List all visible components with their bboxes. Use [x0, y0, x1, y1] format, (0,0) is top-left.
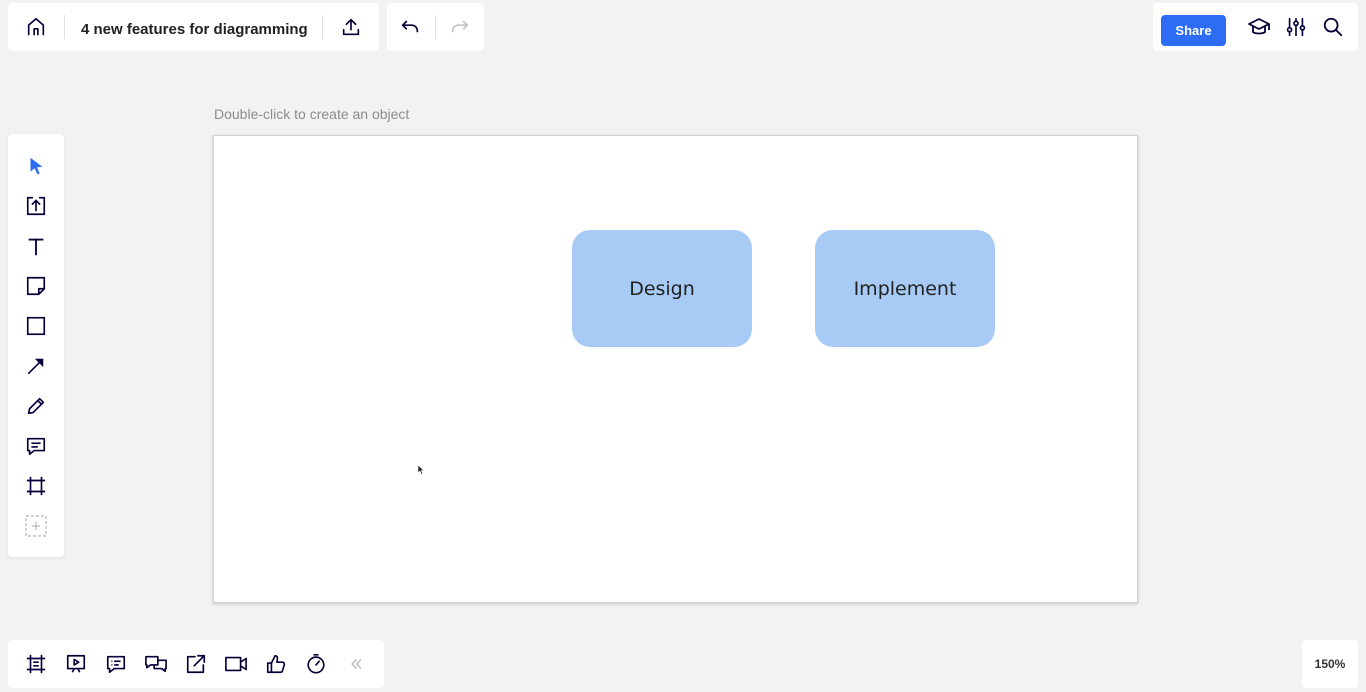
- mouse-pointer-icon: [418, 465, 425, 475]
- share-button[interactable]: Share: [1161, 15, 1226, 46]
- pen-icon: [27, 397, 45, 415]
- undo-icon: [401, 20, 419, 33]
- text-icon: [28, 238, 44, 256]
- presentation-button[interactable]: [60, 648, 92, 680]
- board-settings-button[interactable]: [1280, 11, 1312, 43]
- divider: [64, 15, 65, 39]
- undo-redo-panel: [387, 3, 484, 51]
- learning-center-button[interactable]: [1243, 11, 1275, 43]
- board-title[interactable]: 4 new features for diagramming: [81, 20, 308, 40]
- video-call-button[interactable]: [220, 648, 252, 680]
- cursor-arrow-icon: [30, 157, 43, 175]
- tool-more[interactable]: [20, 510, 52, 542]
- graduation-cap-icon: [1248, 18, 1270, 35]
- square-icon: [26, 316, 46, 336]
- tool-frame[interactable]: [20, 470, 52, 502]
- tool-shape[interactable]: [20, 310, 52, 342]
- search-button[interactable]: [1317, 11, 1349, 43]
- tool-select[interactable]: [20, 150, 52, 182]
- divider: [435, 15, 436, 39]
- voting-button[interactable]: [260, 648, 292, 680]
- bottom-toolbar: [8, 640, 384, 688]
- timer-icon: [307, 654, 325, 674]
- collapse-icon: [351, 659, 362, 669]
- zoom-level[interactable]: 150%: [1302, 640, 1358, 688]
- canvas-hint: Double-click to create an object: [214, 106, 410, 122]
- plus-dashed-icon: [25, 515, 47, 537]
- divider: [322, 15, 323, 39]
- redo-button[interactable]: [444, 11, 476, 43]
- tool-sticky-note[interactable]: [20, 270, 52, 302]
- presentation-icon: [66, 654, 86, 673]
- share-screen-button[interactable]: [180, 648, 212, 680]
- like-icon: [266, 654, 286, 674]
- comment-icon: [26, 437, 46, 456]
- export-button[interactable]: [335, 11, 367, 43]
- shape-implement[interactable]: Implement: [815, 230, 995, 347]
- frames-button[interactable]: [20, 648, 52, 680]
- upload-icon: [342, 18, 360, 36]
- chat-button[interactable]: [140, 648, 172, 680]
- sticky-note-icon: [26, 276, 46, 296]
- comments-button[interactable]: [100, 648, 132, 680]
- undo-button[interactable]: [394, 11, 426, 43]
- tool-text[interactable]: [20, 230, 52, 262]
- arrow-line-icon: [27, 358, 44, 375]
- collaboration-panel: Share: [1153, 3, 1358, 51]
- chat-icon: [145, 655, 167, 673]
- board-header-panel: 4 new features for diagramming: [8, 3, 379, 51]
- sliders-icon: [1286, 17, 1306, 37]
- upload-box-icon: [26, 196, 46, 216]
- search-icon: [1323, 17, 1343, 37]
- tool-pen[interactable]: [20, 390, 52, 422]
- home-icon: [27, 17, 45, 36]
- board-frame[interactable]: Design Implement: [213, 135, 1138, 603]
- tool-upload[interactable]: [20, 190, 52, 222]
- timer-button[interactable]: [300, 648, 332, 680]
- share-screen-icon: [186, 654, 206, 674]
- tool-comment[interactable]: [20, 430, 52, 462]
- shape-design[interactable]: Design: [572, 230, 752, 347]
- collapse-toolbar-button[interactable]: [340, 648, 372, 680]
- video-icon: [225, 656, 247, 672]
- redo-icon: [451, 20, 469, 33]
- comments-icon: [106, 655, 126, 674]
- frames-icon: [26, 654, 46, 674]
- home-button[interactable]: [20, 11, 52, 43]
- tool-connection-line[interactable]: [20, 350, 52, 382]
- creation-toolbar: [8, 134, 64, 557]
- frame-icon: [26, 476, 46, 496]
